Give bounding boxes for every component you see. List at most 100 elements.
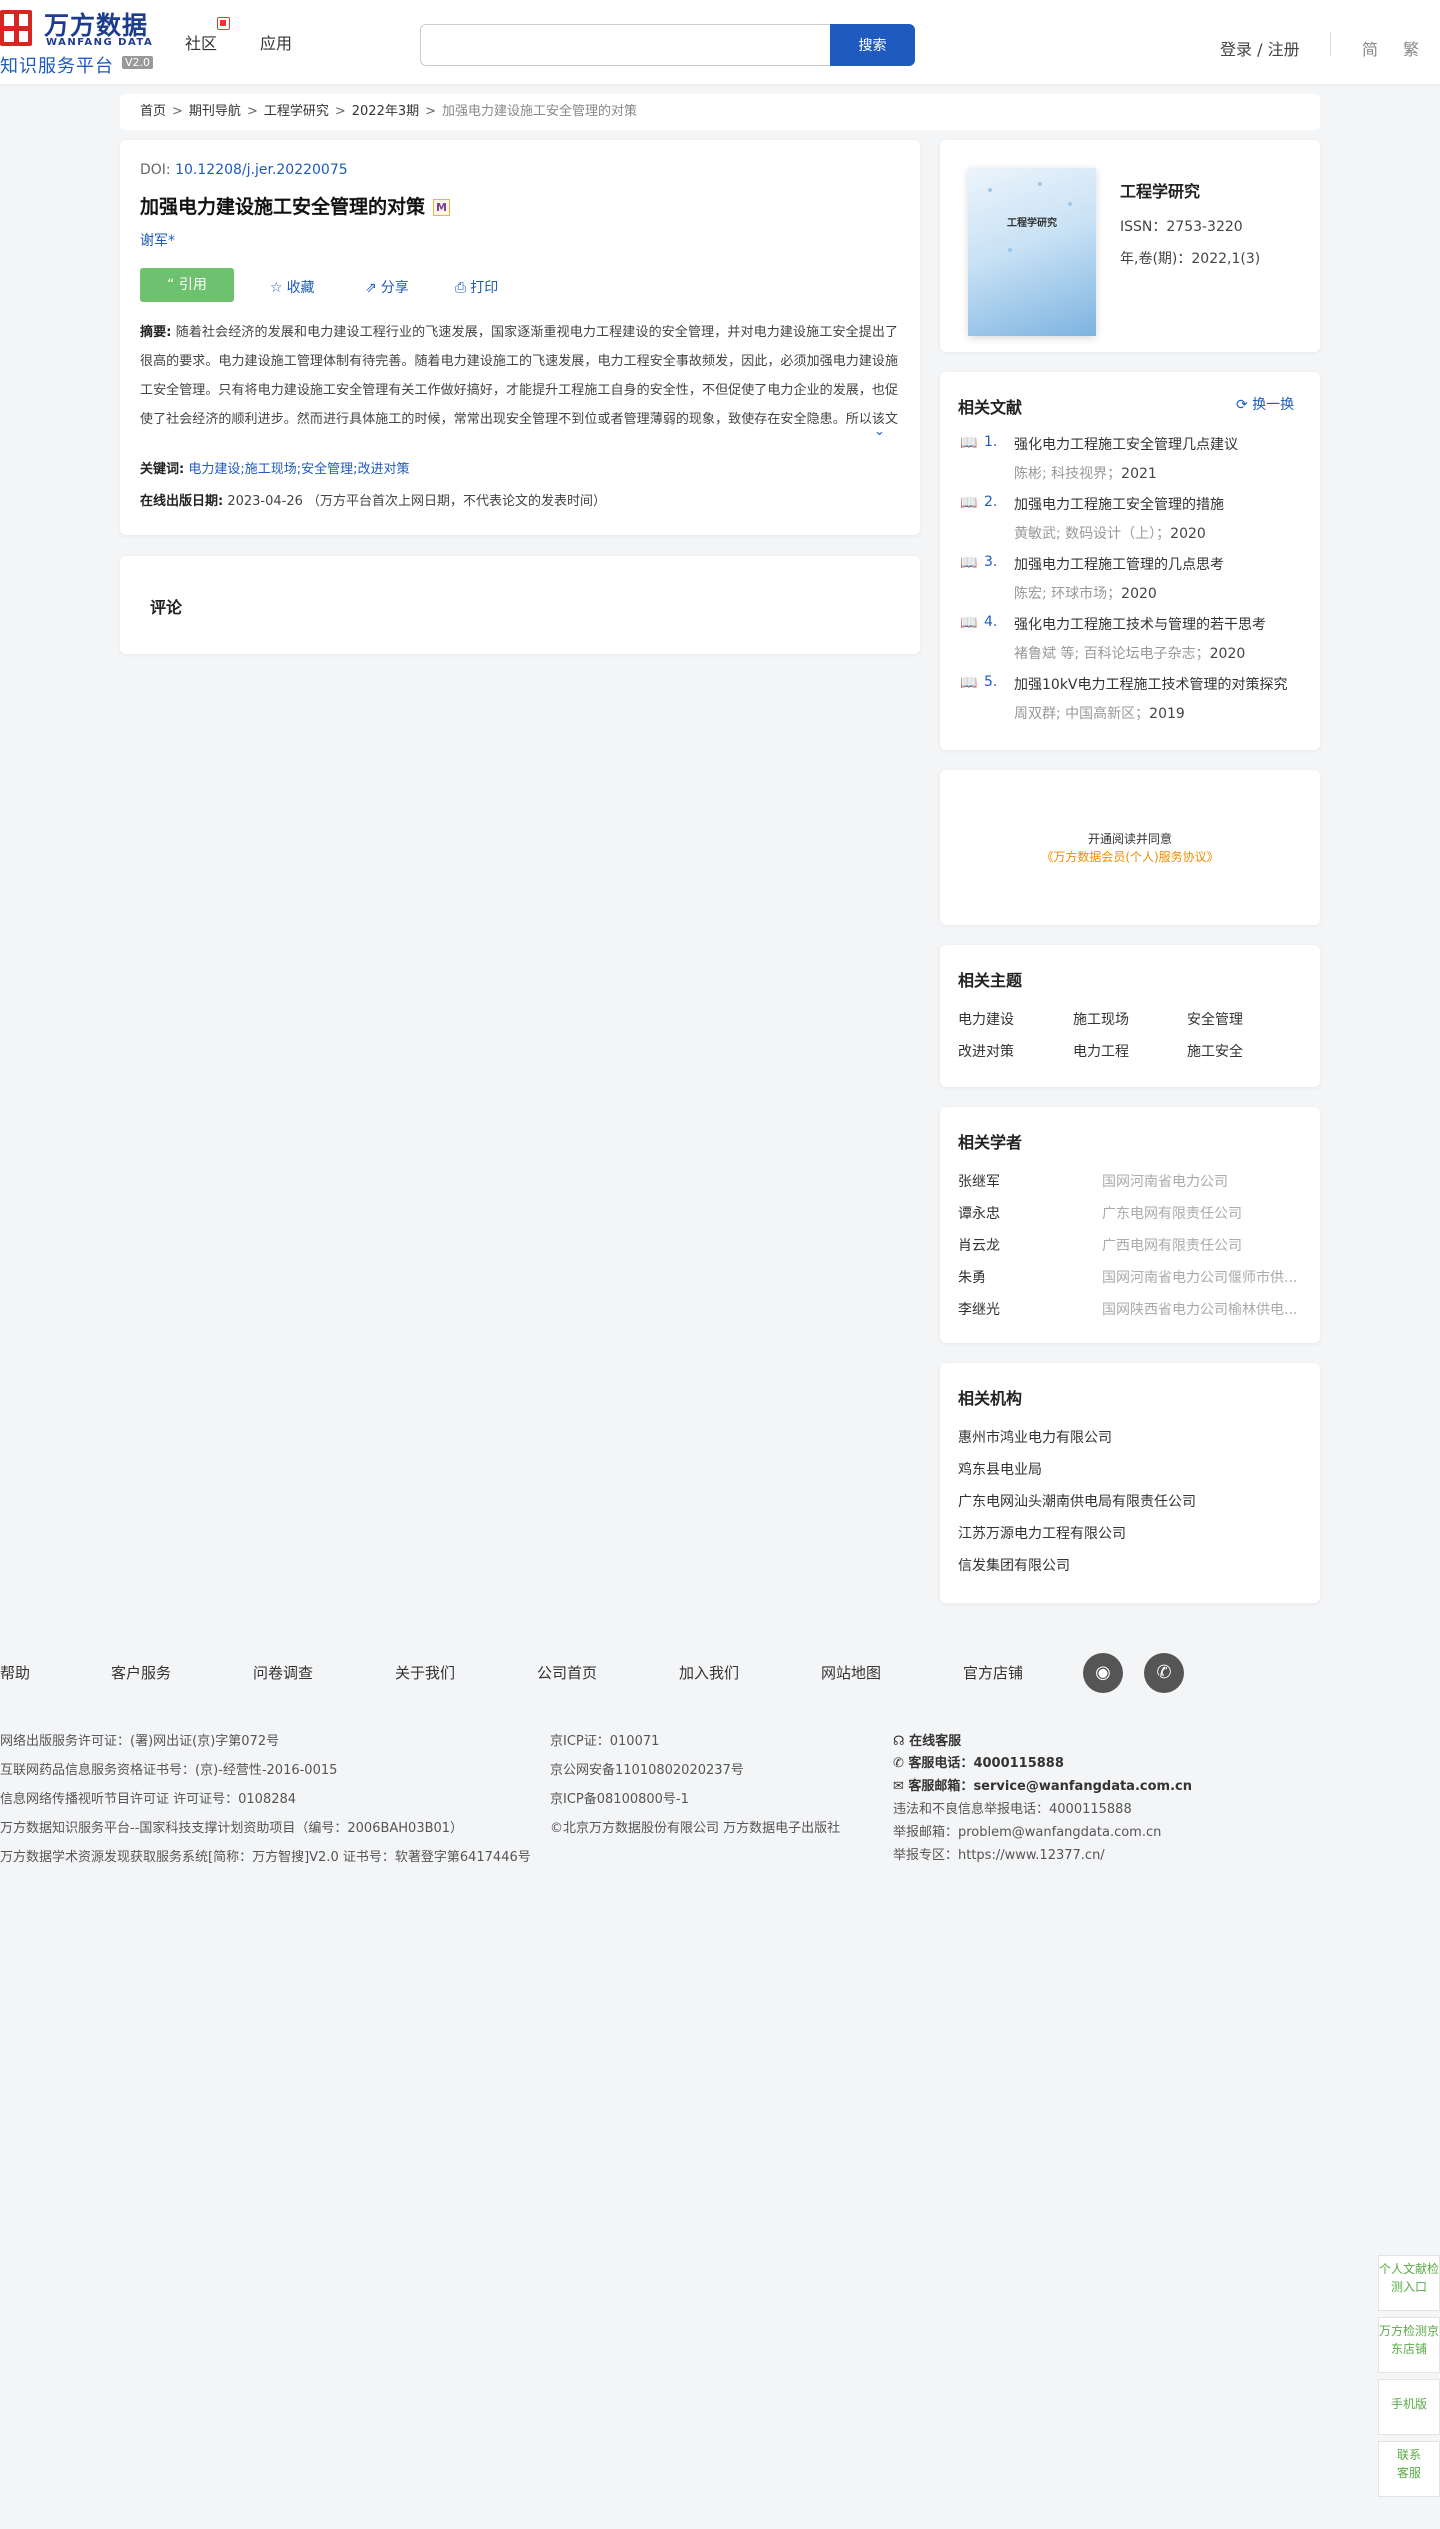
report-email: 举报邮箱：problem@wanfangdata.com.cn (893, 1825, 1162, 1840)
logo-en-text: WANFANG DATA (46, 37, 154, 48)
author-link[interactable]: 谢军* (140, 230, 175, 250)
doi-link[interactable]: 10.12208/j.jer.20220075 (175, 162, 348, 178)
related-item-source: 黄敏武; 数码设计（上）； (1014, 526, 1171, 542)
scholar-org: 广东电网有限责任公司 (1102, 1206, 1242, 1222)
weibo-icon[interactable]: ◉ (1083, 1653, 1123, 1693)
service-phone-number: 4000115888 (973, 1756, 1064, 1771)
topic-link[interactable]: 电力建设 (958, 1009, 1014, 1029)
institutions-title: 相关机构 (958, 1389, 1023, 1408)
side-plagiarism-check[interactable]: 个人文献检测入口 (1378, 2255, 1440, 2311)
related-item-year: 2020 (1170, 526, 1206, 542)
related-item-title[interactable]: 强化电力工程施工技术与管理的若干思考 (1014, 614, 1266, 634)
footer-license: 万方数据知识服务平台--国家科技支撑计划资助项目（编号：2006BAH03B01… (0, 1821, 464, 1836)
breadcrumb-separator: > (334, 104, 346, 119)
nav-community[interactable]: 社区 (185, 30, 217, 54)
refresh-button[interactable]: ⟳ 换一换 (1236, 394, 1294, 414)
related-item-year: 2019 (1149, 706, 1185, 722)
lang-simplified[interactable]: 简 (1362, 36, 1378, 60)
keyword-link[interactable]: 安全管理; (301, 462, 357, 477)
cover-dot (1008, 248, 1012, 252)
side-contact-service[interactable]: 联系客服 (1378, 2441, 1440, 2497)
topic-link[interactable]: 电力工程 (1073, 1041, 1129, 1061)
login-register-link[interactable]: 登录 / 注册 (1220, 36, 1300, 60)
footer-link-help[interactable]: 帮助 (0, 1662, 30, 1683)
institution-link[interactable]: 江苏万源电力工程有限公司 (958, 1523, 1126, 1543)
report-site-link[interactable]: 举报专区：https://www.12377.cn/ (893, 1844, 1105, 1863)
footer-link-customer-service[interactable]: 客户服务 (111, 1662, 171, 1683)
institution-link[interactable]: 惠州市鸿业电力有限公司 (958, 1427, 1112, 1447)
wechat-icon[interactable]: ✆ (1144, 1653, 1184, 1693)
topic-link[interactable]: 施工现场 (1073, 1009, 1129, 1029)
doi-line: DOI: 10.12208/j.jer.20220075 (140, 162, 348, 178)
institution-link[interactable]: 鸡东县电业局 (958, 1459, 1042, 1479)
related-item-meta: 褚鲁斌 等; 百科论坛电子杂志；2020 (1014, 643, 1245, 663)
scholar-name[interactable]: 李继光 (958, 1299, 1000, 1319)
scholar-name[interactable]: 肖云龙 (958, 1235, 1000, 1255)
refresh-icon: ⟳ (1236, 397, 1253, 413)
scholar-name[interactable]: 张继军 (958, 1171, 1000, 1191)
share-button[interactable]: ⇗ 分享 (365, 277, 409, 297)
related-item-meta: 陈彬; 科技视界；2021 (1014, 463, 1157, 483)
service-email-address: service@wanfangdata.com.cn (973, 1779, 1192, 1794)
breadcrumb-journal[interactable]: 工程学研究 (264, 104, 329, 119)
footer-link-join-us[interactable]: 加入我们 (679, 1662, 739, 1683)
side-mobile[interactable]: 手机版 (1378, 2379, 1440, 2435)
search-input[interactable] (420, 24, 830, 66)
related-item-title[interactable]: 加强电力工程施工管理的几点思考 (1014, 554, 1224, 574)
related-item-year: 2020 (1209, 646, 1246, 662)
journal-issn: ISSN：2753-3220 (1120, 219, 1243, 235)
favorite-button[interactable]: ☆ 收藏 (270, 277, 315, 297)
cover-dot (988, 188, 992, 192)
institution-link[interactable]: 信发集团有限公司 (958, 1555, 1070, 1575)
nav-apps[interactable]: 应用 (260, 30, 292, 54)
book-icon: 📖 (960, 495, 978, 511)
breadcrumb-issue[interactable]: 2022年3期 (352, 104, 419, 119)
online-service-link[interactable]: ☊ 在线客服 (893, 1730, 961, 1749)
related-literature-card: 相关文献 ⟳ 换一换 📖 1. 强化电力工程施工安全管理几点建议 陈彬; 科技视… (940, 372, 1320, 750)
search-button[interactable]: 搜索 (830, 24, 915, 66)
related-scholars-card: 相关学者 张继军 国网河南省电力公司 谭永忠 广东电网有限责任公司 肖云龙 广西… (940, 1107, 1320, 1343)
keyword-link[interactable]: 施工现场; (245, 462, 301, 477)
print-button[interactable]: ⎙ 打印 (455, 277, 498, 297)
mail-icon: ✉ (893, 1779, 909, 1794)
logo-subtitle: 知识服务平台 (0, 56, 114, 77)
keyword-link[interactable]: 电力建设; (188, 462, 244, 477)
institution-link[interactable]: 广东电网汕头潮南供电局有限责任公司 (958, 1491, 1196, 1511)
topics-title: 相关主题 (958, 971, 1023, 990)
journal-cover[interactable]: 工程学研究 (968, 168, 1096, 336)
breadcrumb-journal-nav[interactable]: 期刊导航 (189, 104, 241, 119)
online-date-value: 2023-04-26 （万方平台首次上网日期，不代表论文的发表时间） (227, 494, 607, 509)
journal-name-link[interactable]: 工程学研究 (1120, 178, 1200, 202)
footer-link-sitemap[interactable]: 网站地图 (821, 1662, 881, 1683)
breadcrumb-home[interactable]: 首页 (140, 104, 166, 119)
keyword-link[interactable]: 改进对策 (358, 462, 410, 477)
related-item-source: 陈宏; 环球市场； (1014, 586, 1122, 602)
refresh-label: 换一换 (1252, 397, 1295, 413)
abstract-text: 随着社会经济的发展和电力建设工程行业的飞速发展，国家逐渐重视电力工程建设的安全管… (140, 325, 898, 427)
print-label: 打印 (470, 280, 499, 296)
footer-link-about[interactable]: 关于我们 (395, 1662, 455, 1683)
scholar-org: 国网河南省电力公司偃师市供... (1102, 1270, 1298, 1286)
cite-button[interactable]: “ 引用 (140, 268, 234, 302)
topic-link[interactable]: 改进对策 (958, 1041, 1014, 1061)
wanfang-logo[interactable]: 万方数据 WANFANG DATA 知识服务平台 V2.0 (0, 6, 160, 77)
scholar-name[interactable]: 朱勇 (958, 1267, 986, 1287)
quote-icon: “ (167, 277, 179, 293)
footer-link-survey[interactable]: 问卷调查 (253, 1662, 313, 1683)
related-item-title[interactable]: 加强电力工程施工安全管理的措施 (1014, 494, 1224, 514)
topic-link[interactable]: 施工安全 (1187, 1041, 1243, 1061)
lang-traditional[interactable]: 繁 (1403, 36, 1419, 60)
footer-link-official-store[interactable]: 官方店铺 (963, 1662, 1023, 1683)
topic-link[interactable]: 安全管理 (1187, 1009, 1243, 1029)
star-icon: ☆ (270, 280, 283, 296)
expand-chevron-icon[interactable]: ⌄ (874, 424, 885, 439)
footer-link-company-home[interactable]: 公司首页 (537, 1662, 597, 1683)
article-title-text: 加强电力建设施工安全管理的对策 (140, 196, 426, 218)
related-item-title[interactable]: 加强10kV电力工程施工技术管理的对策探究 (1014, 674, 1288, 694)
side-jd-store[interactable]: 万方检测京东店铺 (1378, 2317, 1440, 2373)
journal-volume: 年,卷(期)：2022,1(3) (1120, 251, 1261, 267)
vip-agreement-link[interactable]: 《万方数据会员(个人)服务协议》 (940, 848, 1320, 865)
scholar-name[interactable]: 谭永忠 (958, 1203, 1000, 1223)
top-header: 万方数据 WANFANG DATA 知识服务平台 V2.0 社区 应用 搜索 登… (0, 0, 1440, 84)
related-item-title[interactable]: 强化电力工程施工安全管理几点建议 (1014, 434, 1238, 454)
